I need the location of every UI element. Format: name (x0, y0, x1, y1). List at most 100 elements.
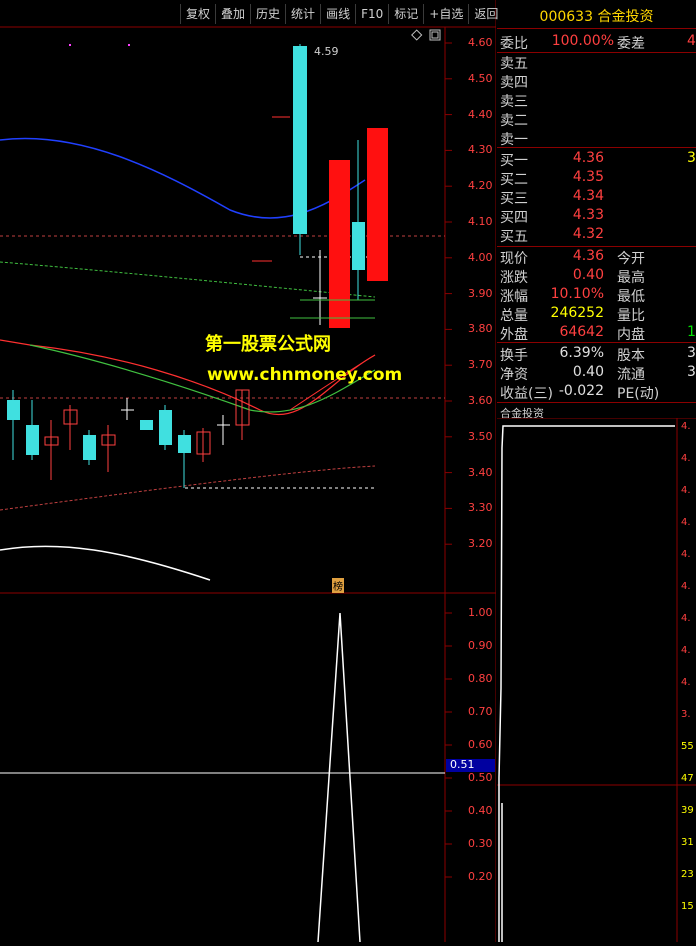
toolbar-biaoji-button[interactable]: 标记 (388, 4, 423, 24)
price-tick-label: 3.70 (468, 358, 493, 372)
indicator-tick-label: 0.90 (468, 639, 493, 652)
weicha-value: 4 (687, 33, 696, 49)
stat-label: 外盘 (500, 327, 528, 343)
indicator-tick-label: 0.50 (468, 771, 493, 784)
buy-price: 4.36 (572, 150, 604, 166)
minichart-tick-label: 4. (681, 645, 691, 656)
minichart-tick-label: 15 (681, 901, 694, 912)
watermark-title: 第一股票公式网 (205, 334, 331, 355)
stat-value: 0.40 (572, 364, 604, 380)
minichart-tick-label: 39 (681, 805, 694, 816)
sell-row: 卖四 (497, 72, 696, 91)
minichart-tick-label: 4. (681, 517, 691, 528)
indicator-tick-label: 1.00 (468, 606, 493, 619)
stat-label: 涨幅 (500, 289, 528, 305)
divider (497, 402, 696, 403)
kline-svg (0, 0, 497, 943)
minichart-tick-label: 23 (681, 869, 694, 880)
minichart-tick-label: 47 (681, 773, 694, 784)
minichart-tick-label: 31 (681, 837, 694, 848)
stat-value: 18 (687, 324, 696, 340)
minichart-tick-label: 4. (681, 453, 691, 464)
buy-price: 4.33 (572, 207, 604, 223)
buy-row: 买二 4.35 (497, 169, 696, 188)
stat-value: 0.40 (572, 267, 604, 283)
watermark-url: www.chnmoney.com (207, 365, 403, 385)
minichart-tick-label: 4. (681, 581, 691, 592)
stat-label: 股本 (617, 348, 645, 364)
stat-row: 涨跌 0.40 最高 (497, 267, 696, 286)
price-tick-label: 3.60 (468, 394, 493, 407)
buy-price: 4.32 (572, 226, 604, 242)
toolbar-huaxian-button[interactable]: 画线 (320, 4, 355, 24)
buy-row: 买三 4.34 (497, 188, 696, 207)
price-tick-label: 3.40 (468, 465, 493, 479)
stat-row: 现价 4.36 今开 (497, 248, 696, 267)
minichart-tick-label: 4. (681, 613, 691, 624)
toolbar-f10-button[interactable]: F10 (355, 4, 388, 24)
weibi-value: 100.00% (551, 33, 614, 49)
indicator-value: 0.51 (450, 758, 475, 771)
stat-value: 3 (687, 364, 696, 380)
buy-label: 买五 (500, 229, 528, 245)
stat-label: 最低 (617, 289, 645, 305)
toolbar-lishi-button[interactable]: 历史 (250, 4, 285, 24)
stat-value: 64642 (559, 324, 604, 340)
toolbar-diejia-button[interactable]: 叠加 (215, 4, 250, 24)
buy-row: 买四 4.33 (497, 207, 696, 226)
divider (497, 147, 696, 148)
stat-label: 涨跌 (500, 270, 528, 286)
minichart-tick-label: 4. (681, 421, 691, 432)
price-tick-label: 3.50 (468, 429, 493, 443)
buy-volume: 3 (687, 150, 696, 166)
price-tick-label: 4.50 (468, 71, 493, 85)
sell-label: 卖三 (500, 94, 528, 110)
indicator-tick-label: 0.30 (468, 837, 493, 850)
stat-row: 总量 246252 量比 (497, 305, 696, 324)
stat-value: -0.022 (558, 383, 604, 399)
intraday-minichart[interactable] (497, 418, 696, 942)
minichart-tick-label: 55 (681, 741, 694, 752)
stat-value: 246252 (550, 305, 604, 321)
stat-label: 现价 (500, 251, 528, 267)
stat-label: 净资 (500, 367, 528, 383)
price-tick-label: 4.40 (468, 107, 493, 121)
weibi-label: 委比 (500, 36, 528, 52)
kline-chart[interactable]: 4.59 榜 0.51 第一股票公式网 www.chnmoney.com 4.6… (0, 0, 497, 943)
indicator-tick-label: 0.40 (468, 804, 493, 817)
chart-toolbar: 复权 叠加 历史 统计 画线 F10 标记 +自选 返回 (180, 4, 503, 24)
toolbar-zixuan-button[interactable]: +自选 (423, 4, 468, 24)
stat-value: 10.10% (550, 286, 604, 302)
buy-label: 买四 (500, 210, 528, 226)
indicator-tick-label: 0.80 (468, 672, 493, 685)
indicator-tick-label: 0.70 (468, 705, 493, 718)
minichart-tick-label: 3. (681, 709, 691, 720)
price-tick-label: 4.00 (468, 250, 493, 264)
sell-label: 卖四 (500, 75, 528, 91)
sell-label: 卖二 (500, 113, 528, 129)
sell-row: 卖二 (497, 110, 696, 129)
buy-row: 买五 4.32 (497, 226, 696, 245)
buy-label: 买一 (500, 153, 528, 169)
indicator-tick-label: 0.60 (468, 738, 493, 751)
stock-code: 000633 (539, 9, 593, 25)
stat-label: PE(动) (617, 386, 660, 402)
sub-marker: 榜 (332, 578, 344, 593)
price-tick-label: 3.80 (468, 322, 493, 336)
stat-label: 量比 (617, 308, 645, 324)
stat-label: 今开 (617, 251, 645, 267)
sell-row: 卖一 (497, 129, 696, 148)
buy-row: 买一 4.36 3 (497, 150, 696, 169)
minichart-tick-label: 4. (681, 485, 691, 496)
price-tick-label: 4.30 (468, 143, 493, 157)
stat-value: 3 (687, 345, 696, 361)
price-tick-label: 3.20 (468, 537, 493, 551)
stock-name: 合金投资 (597, 9, 654, 25)
toolbar-fuquan-button[interactable]: 复权 (180, 4, 215, 24)
sell-row: 卖五 (497, 53, 696, 72)
divider (497, 342, 696, 343)
buy-label: 买三 (500, 191, 528, 207)
stat-row: 收益(三) -0.022 PE(动) (497, 383, 696, 402)
indicator-tick-label: 0.20 (468, 870, 493, 883)
toolbar-tongji-button[interactable]: 统计 (285, 4, 320, 24)
